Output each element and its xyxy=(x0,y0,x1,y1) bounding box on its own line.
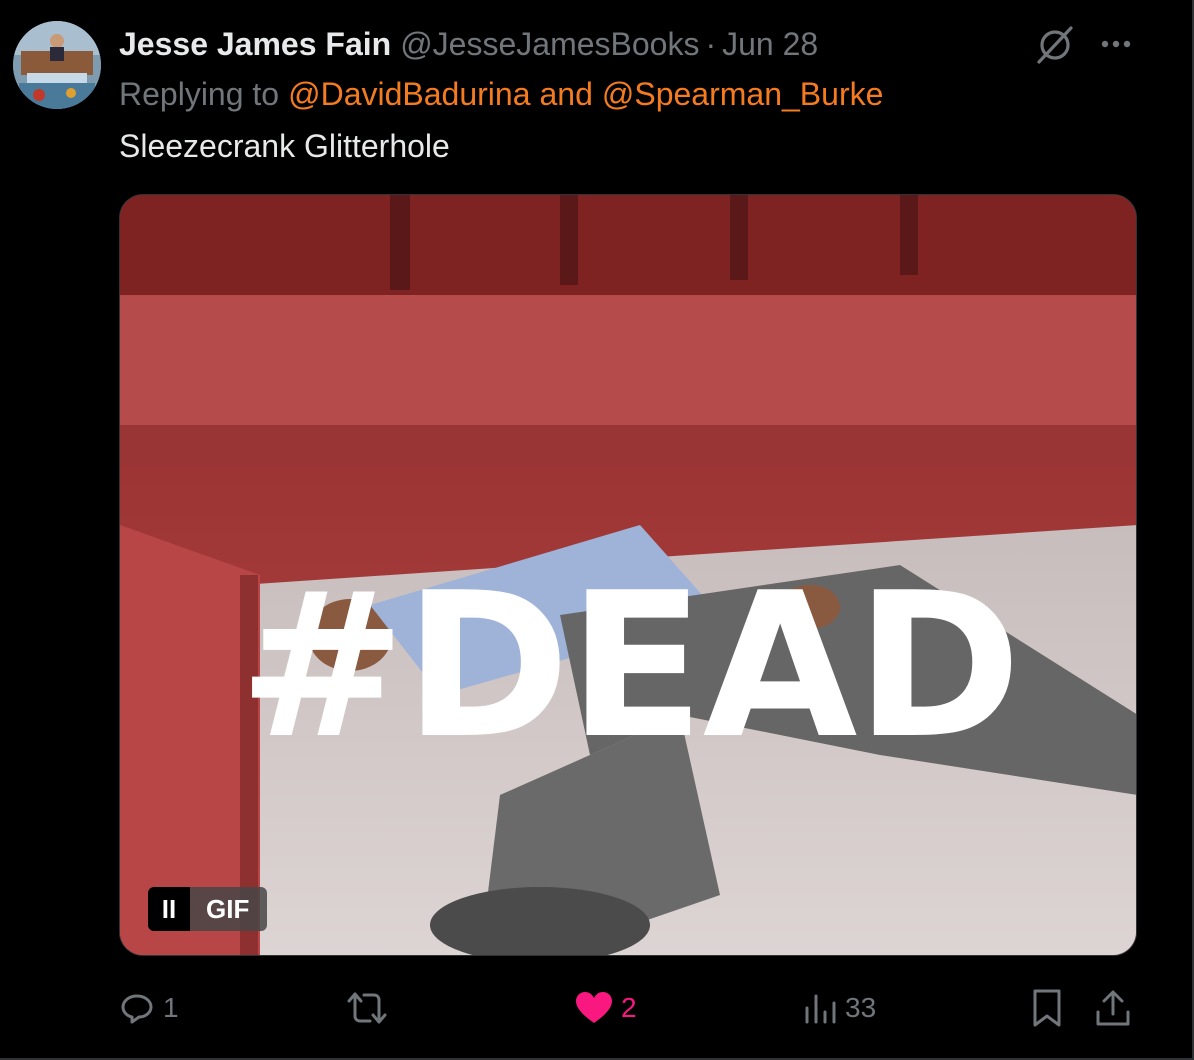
separator-dot: · xyxy=(705,25,717,62)
more-options-icon[interactable] xyxy=(1096,32,1138,56)
heart-icon xyxy=(576,992,612,1023)
user-handle[interactable]: @JesseJamesBooks xyxy=(400,26,699,63)
gif-label: GIF xyxy=(190,887,268,931)
views-icon xyxy=(805,994,836,1024)
avatar[interactable] xyxy=(13,21,101,109)
mention-link-2[interactable]: @Spearman_Burke xyxy=(602,76,884,113)
tweet-text: Sleezecrank Glitterhole xyxy=(119,127,450,164)
bookmark-icon xyxy=(1033,989,1061,1027)
like-count: 2 xyxy=(621,992,637,1023)
grok-icon[interactable] xyxy=(1034,25,1076,65)
display-name[interactable]: Jesse James Fain xyxy=(119,26,391,63)
share-icon xyxy=(1096,990,1130,1026)
bookmark-button[interactable] xyxy=(1030,986,1064,1030)
retweet-button[interactable] xyxy=(346,986,396,1030)
views-count: 33 xyxy=(845,992,877,1023)
replying-to-line: Replying to @DavidBadurina and @Spearman… xyxy=(119,74,883,114)
gif-media[interactable]: #DEAD II GIF xyxy=(119,194,1137,956)
mention-link-1[interactable]: @DavidBadurina xyxy=(288,76,530,113)
tweet-action-bar: 1 2 33 xyxy=(0,986,1194,1030)
gif-caption-overlay: #DEAD xyxy=(238,550,1021,783)
mention-joiner: and xyxy=(539,75,593,112)
tweet-header: Jesse James Fain @JesseJamesBooks · Jun … xyxy=(119,24,818,64)
retweet-icon xyxy=(347,992,387,1024)
gif-badge[interactable]: II GIF xyxy=(148,887,268,931)
like-button[interactable]: 2 xyxy=(575,986,637,1030)
reply-button[interactable]: 1 xyxy=(119,986,179,1030)
replying-to-label: Replying to xyxy=(119,75,280,112)
timestamp-link[interactable]: Jun 28 xyxy=(722,26,818,63)
share-button[interactable] xyxy=(1094,986,1132,1030)
pause-icon[interactable]: II xyxy=(148,887,190,931)
views-button[interactable]: 33 xyxy=(803,986,876,1030)
reply-icon xyxy=(121,994,153,1024)
reply-count: 1 xyxy=(163,992,179,1023)
